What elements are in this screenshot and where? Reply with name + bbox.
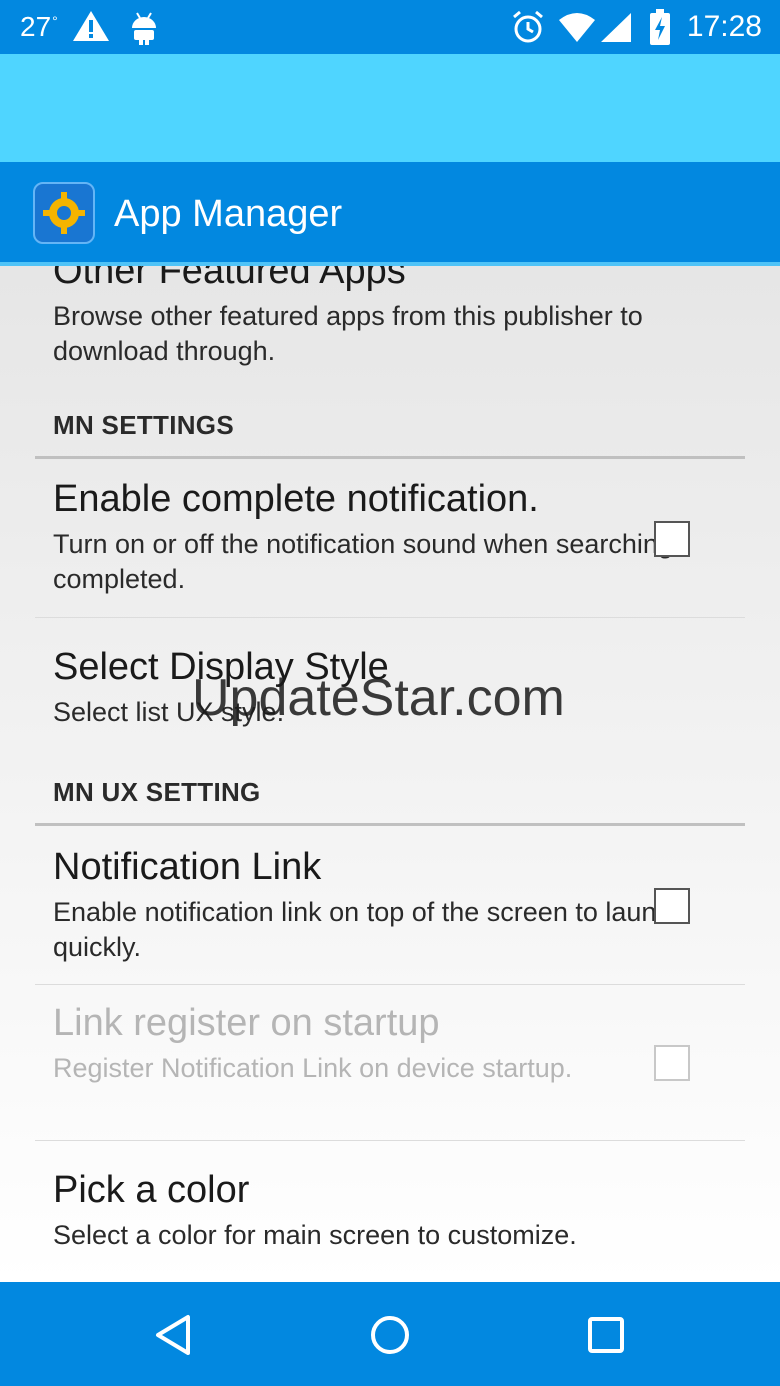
category-mn-ux-setting: MN UX SETTING	[53, 777, 261, 807]
pref-link-register-startup: Link register on startup Register Notifi…	[53, 1002, 690, 1086]
pref-complete-notification[interactable]: Enable complete notification. Turn on or…	[53, 478, 690, 597]
divider	[35, 1140, 745, 1141]
temperature-value: 27	[20, 11, 52, 42]
watermark: UpdateStar.com	[192, 669, 565, 727]
pref-notification-link[interactable]: Notification Link Enable notification li…	[53, 846, 690, 965]
category-divider	[35, 823, 745, 826]
signal-icon	[601, 13, 631, 42]
link-register-checkbox	[654, 1045, 690, 1081]
pref-title: Enable complete notification.	[53, 478, 539, 520]
navigation-bar	[0, 1282, 780, 1386]
accent-strip	[0, 54, 780, 162]
pref-summary: Register Notification Link on device sta…	[53, 1053, 573, 1083]
pref-title: Other Featured Apps	[53, 266, 406, 292]
pref-summary: Browse other featured apps from this pub…	[53, 301, 643, 366]
pref-summary: Turn on or off the notification sound wh…	[53, 529, 673, 594]
pref-title: Notification Link	[53, 846, 322, 888]
wifi-icon	[559, 13, 595, 42]
category-divider	[35, 456, 745, 459]
battery-charging-icon	[650, 9, 670, 45]
status-bar: 27 ° 17:28	[0, 0, 780, 54]
alarm-icon	[513, 10, 543, 43]
notification-link-checkbox[interactable]	[654, 888, 690, 924]
divider	[35, 984, 745, 985]
pref-summary: Enable notification link on top of the s…	[53, 897, 685, 962]
app-bar: App Manager	[0, 162, 780, 266]
complete-notification-checkbox[interactable]	[654, 521, 690, 557]
pref-title: Pick a color	[53, 1169, 250, 1211]
pref-title: Link register on startup	[53, 1002, 440, 1044]
recents-icon[interactable]	[581, 1310, 631, 1360]
app-title: App Manager	[114, 193, 343, 235]
pref-pick-color[interactable]: Pick a color Select a color for main scr…	[53, 1169, 690, 1253]
degree-symbol: °	[52, 13, 58, 29]
pref-other-featured-apps[interactable]: Other Featured Apps Browse other feature…	[53, 266, 690, 369]
settings-list[interactable]: Other Featured Apps Browse other feature…	[0, 266, 780, 1282]
clock: 17:28	[686, 10, 762, 43]
pref-summary: Select a color for main screen to custom…	[53, 1220, 577, 1250]
android-icon	[132, 12, 156, 45]
home-icon[interactable]	[365, 1310, 415, 1360]
back-icon[interactable]	[150, 1310, 200, 1360]
divider	[35, 617, 745, 618]
app-manager-icon	[33, 182, 95, 244]
temperature-indicator: 27 °	[20, 0, 58, 54]
category-mn-settings: MN SETTINGS	[53, 410, 234, 440]
warning-icon	[73, 11, 109, 41]
